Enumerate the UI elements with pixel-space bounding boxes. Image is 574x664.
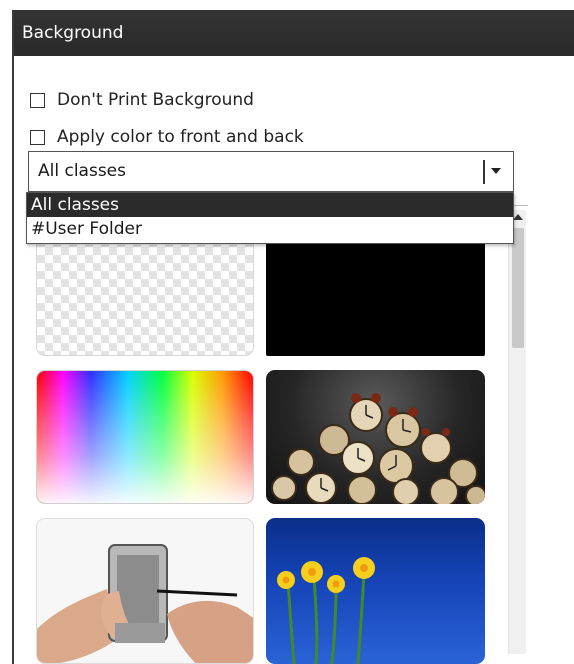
- hands-with-phone-illustration: [37, 544, 253, 663]
- scroll-up-arrow-icon[interactable]: [513, 214, 523, 220]
- apply-color-label: Apply color to front and back: [57, 127, 304, 147]
- dropdown-option-user-folder[interactable]: #User Folder: [27, 217, 513, 241]
- yellow-daffodils-illustration: [277, 557, 375, 664]
- alarm-clocks-thumbnail[interactable]: [266, 370, 485, 504]
- gallery-scrollbar[interactable]: [508, 210, 526, 654]
- scrollbar-thumb[interactable]: [512, 228, 524, 348]
- black-background-thumbnail[interactable]: [266, 230, 485, 356]
- apply-color-option[interactable]: Apply color to front and back: [30, 127, 304, 147]
- dropdown-option-all-classes[interactable]: All classes: [27, 193, 513, 217]
- dont-print-background-label: Don't Print Background: [57, 90, 254, 110]
- yellow-daffodils-thumbnail[interactable]: [266, 518, 485, 664]
- select-divider: [483, 160, 485, 184]
- class-dropdown-list[interactable]: All classes #User Folder: [26, 192, 514, 244]
- color-spectrum-thumbnail[interactable]: [36, 370, 254, 504]
- spectrum-fade-layer: [37, 371, 253, 503]
- dont-print-background-checkbox[interactable]: [30, 92, 45, 108]
- transparent-background-thumbnail[interactable]: [36, 230, 254, 356]
- class-select[interactable]: All classes: [28, 151, 514, 192]
- panel-title: Background: [14, 10, 574, 56]
- dont-print-background-option[interactable]: Don't Print Background: [30, 90, 254, 110]
- chevron-down-icon[interactable]: [491, 168, 501, 174]
- alarm-clocks-illustration: [271, 393, 485, 504]
- apply-color-checkbox[interactable]: [30, 129, 45, 145]
- class-select-value: All classes: [38, 161, 126, 181]
- hands-with-phone-thumbnail[interactable]: [36, 518, 254, 664]
